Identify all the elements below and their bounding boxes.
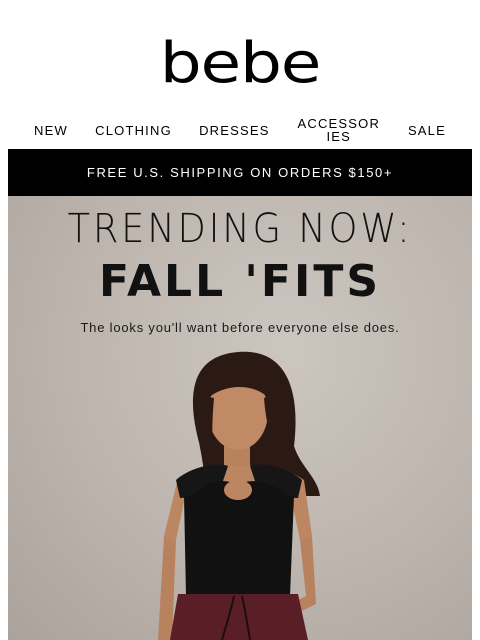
shipping-banner-text: FREE U.S. SHIPPING ON ORDERS $150+ [86, 165, 394, 180]
nav-item-dresses[interactable]: DRESSES [199, 124, 270, 137]
nav-item-sale[interactable]: SALE [408, 124, 446, 137]
email-page: bebe NEW CLOTHING DRESSES ACCESSORIES SA… [0, 0, 480, 640]
shipping-banner[interactable]: FREE U.S. SHIPPING ON ORDERS $150+ [8, 149, 472, 196]
nav-item-accessories[interactable]: ACCESSORIES [297, 117, 381, 143]
logo-link[interactable]: bebe [0, 36, 480, 92]
brand-logo: bebe [159, 31, 322, 96]
hero-title-line2: FALL 'FITS [98, 256, 382, 307]
hero-subtitle: The looks you'll want before everyone el… [80, 320, 400, 335]
hero-title-line1: TRENDING NOW: [67, 206, 413, 252]
hero-banner[interactable]: TRENDING NOW: FALL 'FITS The looks you'l… [8, 196, 472, 640]
nav-item-new[interactable]: NEW [34, 124, 68, 137]
nav-item-clothing[interactable]: CLOTHING [95, 124, 172, 137]
main-nav: NEW CLOTHING DRESSES ACCESSORIES SALE [34, 114, 446, 146]
